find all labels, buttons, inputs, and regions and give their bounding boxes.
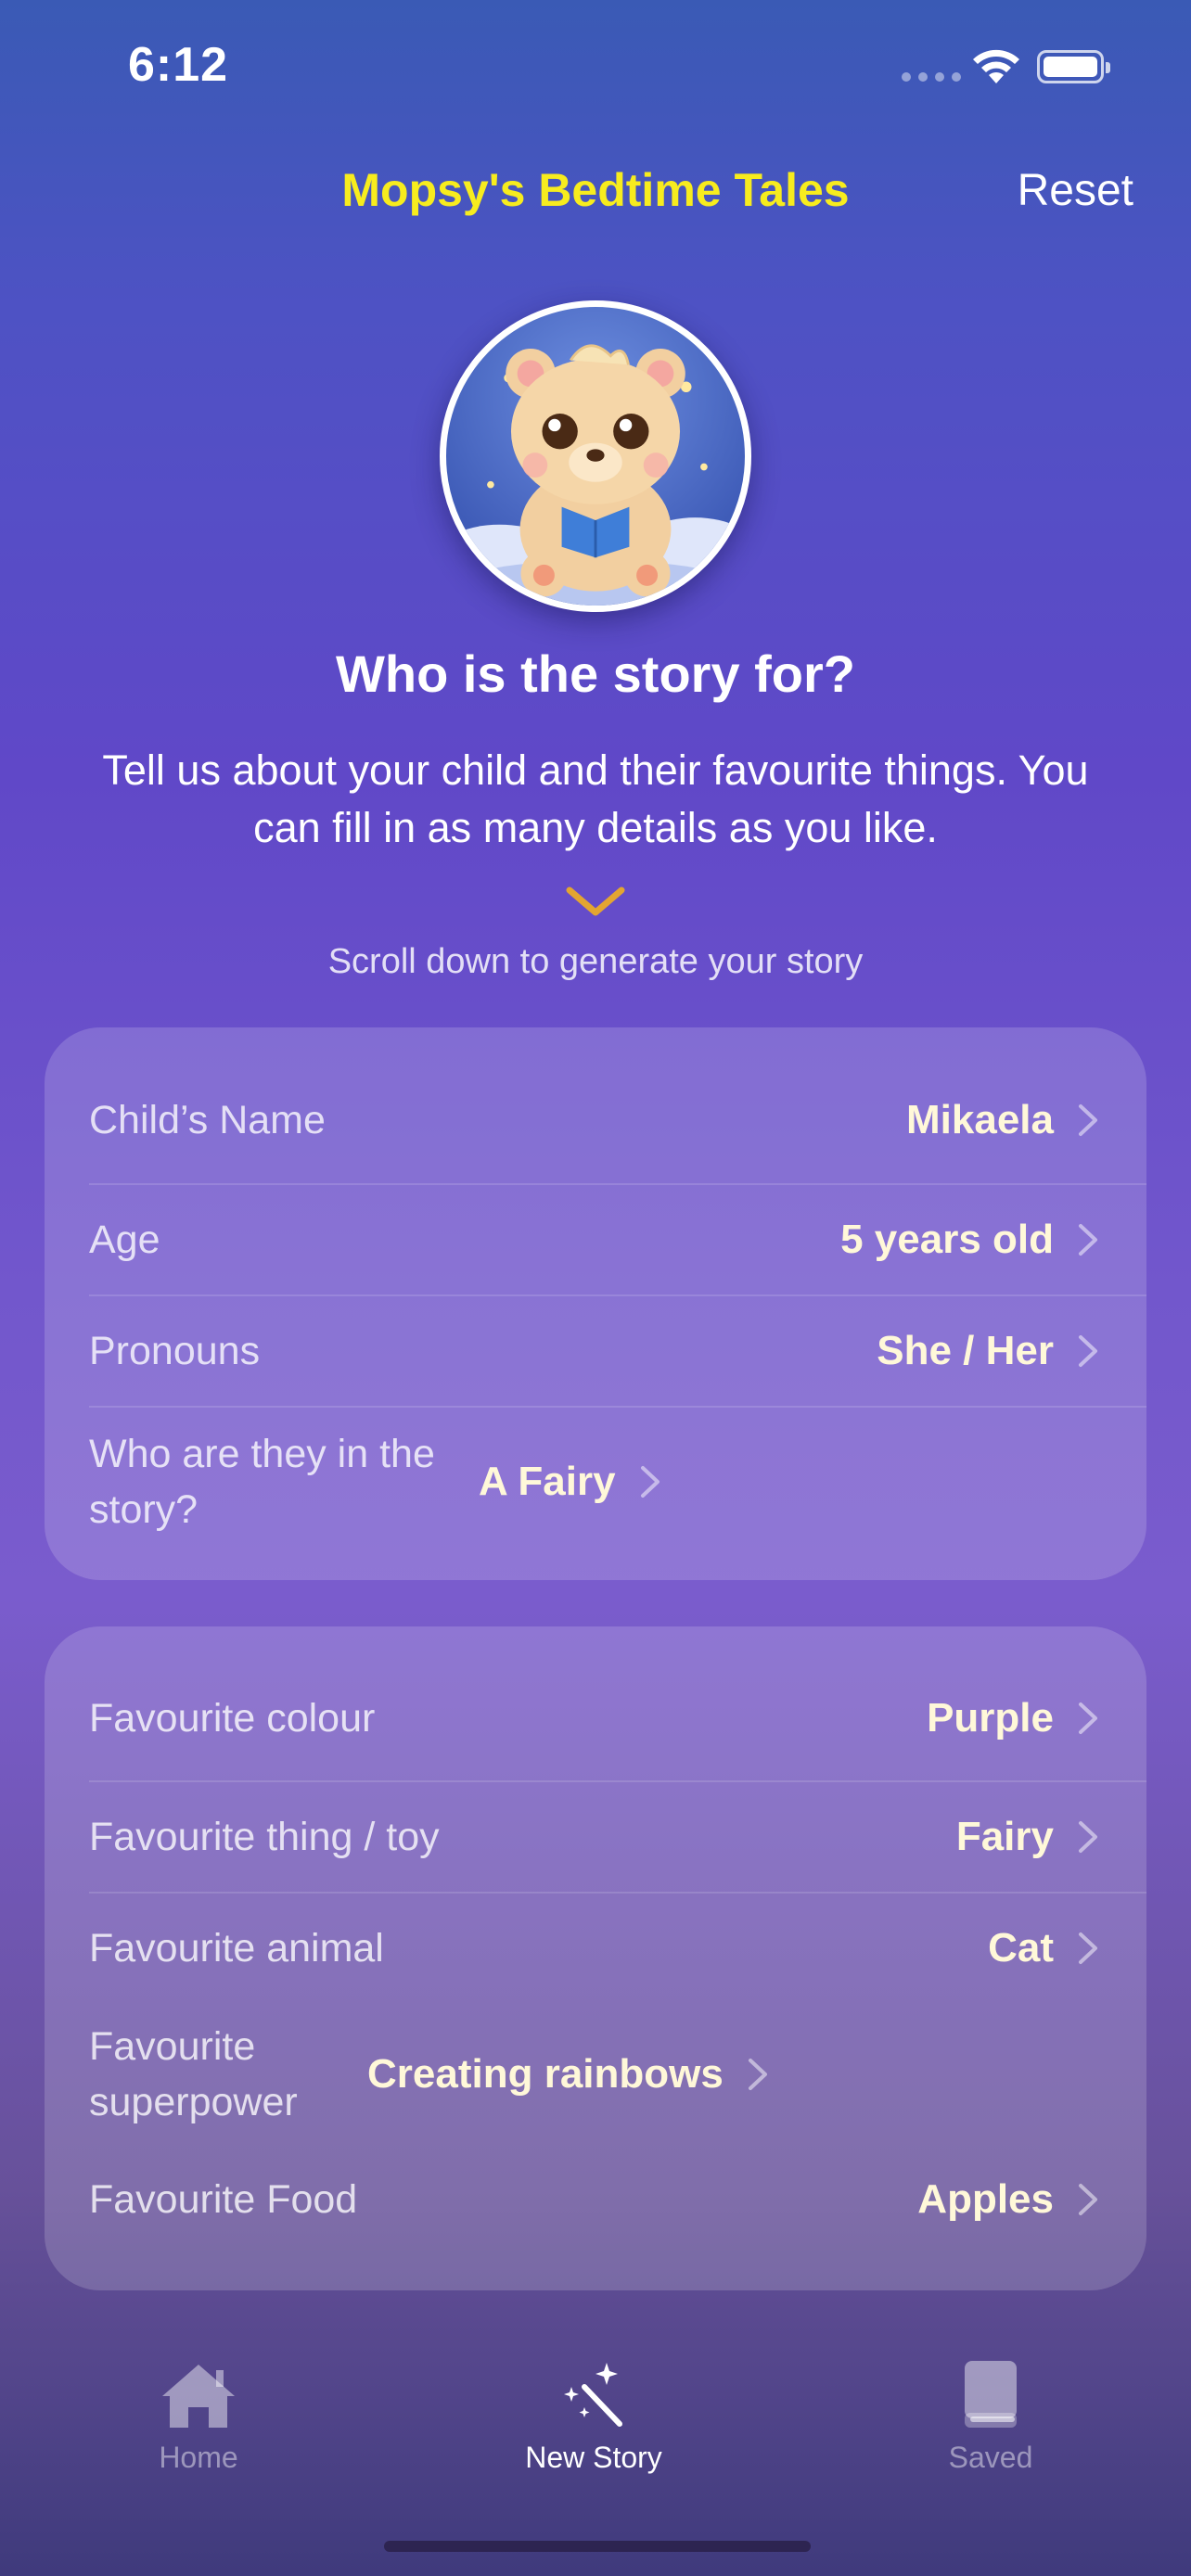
chevron-right-icon [1079,1702,1097,1734]
app-title: Mopsy's Bedtime Tales [341,164,850,216]
chevron-down-icon [566,886,625,916]
cellular-signal-icon [902,72,961,82]
row-label: Favourite thing / toy [89,1815,440,1859]
row-value: Creating rainbows [367,2051,724,2097]
row-value: A Fairy [479,1459,616,1504]
favourite-toy-row[interactable]: Favourite thing / toy Fairy [89,1782,1146,1892]
row-label: Pronouns [89,1329,261,1373]
intro-text: Tell us about your child and their favou… [102,746,1089,851]
status-time: 6:12 [128,38,229,92]
row-label: Favourite superpower [89,2024,298,2124]
chevron-right-icon [1079,1932,1097,1964]
child-details-card: Child’s Name Mikaela Age 5 years old Pro… [45,1027,1146,1580]
house-icon [162,2365,235,2428]
row-value: Purple [927,1695,1054,1741]
home-indicator[interactable] [384,2541,811,2552]
tab-label: Home [159,2441,238,2474]
row-value: Mikaela [906,1097,1054,1142]
scroll-hint: Scroll down to generate your story [327,942,864,981]
chevron-right-icon [640,1466,660,1498]
story-role-row[interactable]: Who are they in the story? A Fairy [89,1408,1146,1556]
page-heading: Who is the story for? [336,644,855,703]
chevron-right-icon [1079,1104,1097,1136]
row-value: 5 years old [840,1217,1054,1262]
row-label: Age [89,1218,160,1262]
tab-bar: Home New Story Saved [0,2346,1191,2494]
favourite-animal-row[interactable]: Favourite animal Cat [89,1894,1146,2003]
book-icon [965,2361,1017,2428]
tab-saved[interactable]: Saved [879,2346,1102,2475]
chevron-right-icon [1079,2184,1097,2215]
child-name-row[interactable]: Child’s Name Mikaela [89,1065,1146,1176]
row-label: Child’s Name [89,1098,326,1142]
chevron-right-icon [1079,1335,1097,1367]
tab-label: New Story [525,2441,662,2474]
row-label: Favourite Food [89,2177,358,2222]
chevron-right-icon [1079,1821,1097,1853]
favourite-food-row[interactable]: Favourite Food Apples [89,2146,1146,2253]
favourite-superpower-row[interactable]: Favourite superpower Creating rainbows [89,2005,1146,2144]
battery-icon [1037,50,1110,83]
mascot-avatar [440,300,751,612]
tab-home[interactable]: Home [87,2346,310,2475]
favourite-colour-row[interactable]: Favourite colour Purple [89,1664,1146,1773]
tab-new-story[interactable]: New Story [482,2346,705,2475]
age-row[interactable]: Age 5 years old [89,1185,1146,1294]
row-label: Favourite colour [89,1696,376,1741]
chevron-right-icon [748,2059,767,2090]
pronouns-row[interactable]: Pronouns She / Her [89,1296,1146,1406]
reset-button[interactable]: Reset [1018,165,1133,216]
chevron-right-icon [1079,1224,1097,1256]
row-value: Fairy [955,1814,1054,1859]
status-bar: 6:12 [0,0,1191,139]
magic-wand-icon [564,2363,622,2427]
row-label: Who are they in the story? [89,1432,435,1532]
favourites-card: Favourite colour Purple Favourite thing … [45,1626,1146,2290]
tab-label: Saved [948,2441,1033,2474]
row-value: Cat [988,1925,1054,1970]
row-value: Apples [917,2176,1054,2222]
row-label: Favourite animal [89,1926,384,1970]
row-value: She / Her [877,1328,1054,1373]
wifi-icon [973,49,1019,83]
